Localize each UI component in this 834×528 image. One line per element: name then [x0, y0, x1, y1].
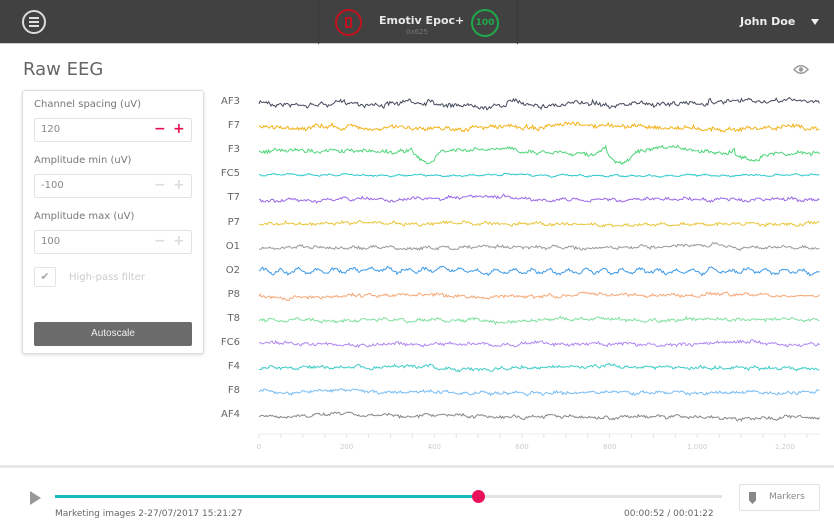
x-axis-tick-label: 1,200	[774, 443, 795, 451]
eeg-trace-af4	[258, 411, 820, 422]
eeg-trace-f4	[258, 362, 820, 373]
eeg-trace-p7	[259, 219, 820, 228]
eeg-trace-o2	[258, 265, 820, 277]
eeg-trace-fc5	[258, 172, 820, 178]
markers-button[interactable]: Markers	[739, 484, 820, 511]
eeg-traces	[258, 96, 820, 438]
x-axis-tick-label: 200	[339, 443, 354, 451]
playback-progress	[55, 495, 478, 498]
playback-timeline[interactable]	[55, 490, 722, 503]
eeg-trace-o1	[258, 242, 820, 252]
x-axis-tick-label: 1,000	[687, 443, 708, 451]
eeg-trace-f8	[258, 388, 820, 397]
time-display: 00:00:52 / 00:01:22	[624, 509, 714, 519]
eeg-trace-p8	[258, 291, 820, 301]
eeg-trace-af3	[258, 96, 820, 111]
x-axis-tick-label: 400	[427, 443, 441, 451]
eeg-trace-t7	[258, 193, 820, 204]
eeg-trace-fc6	[258, 339, 820, 349]
eeg-trace-f7	[258, 121, 820, 133]
x-axis-tick-label: 800	[602, 443, 617, 451]
x-axis-tick-label: 0	[256, 443, 262, 451]
playback-scrubber-handle[interactable]	[471, 490, 485, 503]
eeg-trace-t8	[258, 315, 820, 326]
markers-label: Markers	[769, 492, 805, 502]
eeg-trace-f3	[258, 144, 820, 166]
marker-pin-icon	[749, 492, 756, 504]
play-icon[interactable]	[30, 491, 41, 505]
session-label: Marketing images 2-27/07/2017 15:21:27	[55, 509, 243, 519]
x-axis-tick-label: 600	[515, 443, 529, 451]
